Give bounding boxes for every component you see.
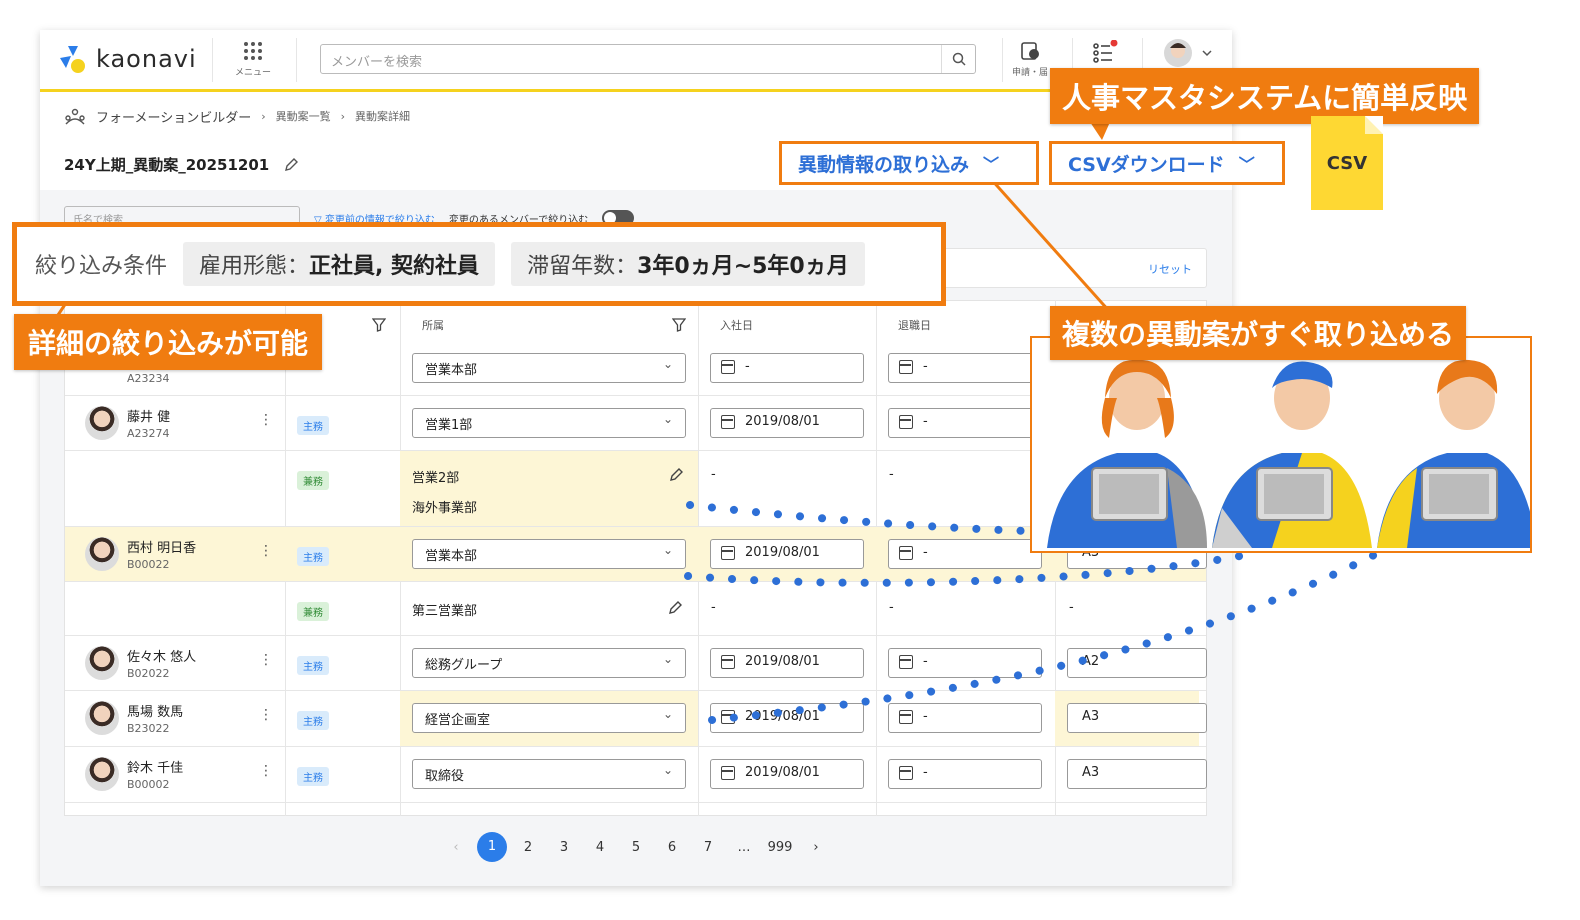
chevron-down-icon: ﹀ — [983, 155, 1000, 174]
import-transfer-button[interactable]: 異動情報の取り込み ﹀ — [779, 141, 1039, 185]
chevron-down-icon: ﹀ — [1238, 155, 1255, 174]
filter-chip-value: 3年0ヵ月~5年0ヵ月 — [637, 254, 849, 279]
import-button-label: 異動情報の取り込み — [798, 153, 970, 176]
master-sync-text: 人事マスタシステムに簡単反映 — [1062, 81, 1468, 115]
multi-import-text: 複数の異動案がすぐ取り込める — [1062, 318, 1455, 351]
filter-chip-value: 正社員, 契約社員 — [309, 254, 480, 279]
detail-filter-text: 詳細の絞り込みが可能 — [28, 327, 309, 360]
filter-conditions-label: 絞り込み条件 — [35, 254, 168, 279]
filter-chip-key: 滞留年数： — [527, 254, 638, 279]
multi-import-callout: 複数の異動案がすぐ取り込める — [1050, 306, 1467, 360]
filter-conditions-panel: 絞り込み条件 雇用形態：正社員, 契約社員 滞留年数：3年0ヵ月~5年0ヵ月 — [12, 222, 946, 306]
master-sync-callout: 人事マスタシステムに簡単反映 — [1050, 68, 1480, 124]
csv-download-button[interactable]: CSVダウンロード ﹀ — [1049, 141, 1285, 185]
csv-file-icon: CSV — [1311, 116, 1383, 210]
csv-button-label: CSVダウンロード — [1068, 153, 1225, 176]
multi-import-illustration — [1030, 336, 1537, 553]
filter-chip-tenure[interactable]: 滞留年数：3年0ヵ月~5年0ヵ月 — [511, 242, 865, 286]
csv-file-label: CSV — [1326, 152, 1368, 174]
filter-chip-employment[interactable]: 雇用形態：正社員, 契約社員 — [183, 242, 496, 286]
people-with-tablets-illustration — [1047, 359, 1537, 548]
detail-filter-callout: 詳細の絞り込みが可能 — [14, 314, 323, 370]
filter-chip-key: 雇用形態： — [199, 254, 310, 279]
